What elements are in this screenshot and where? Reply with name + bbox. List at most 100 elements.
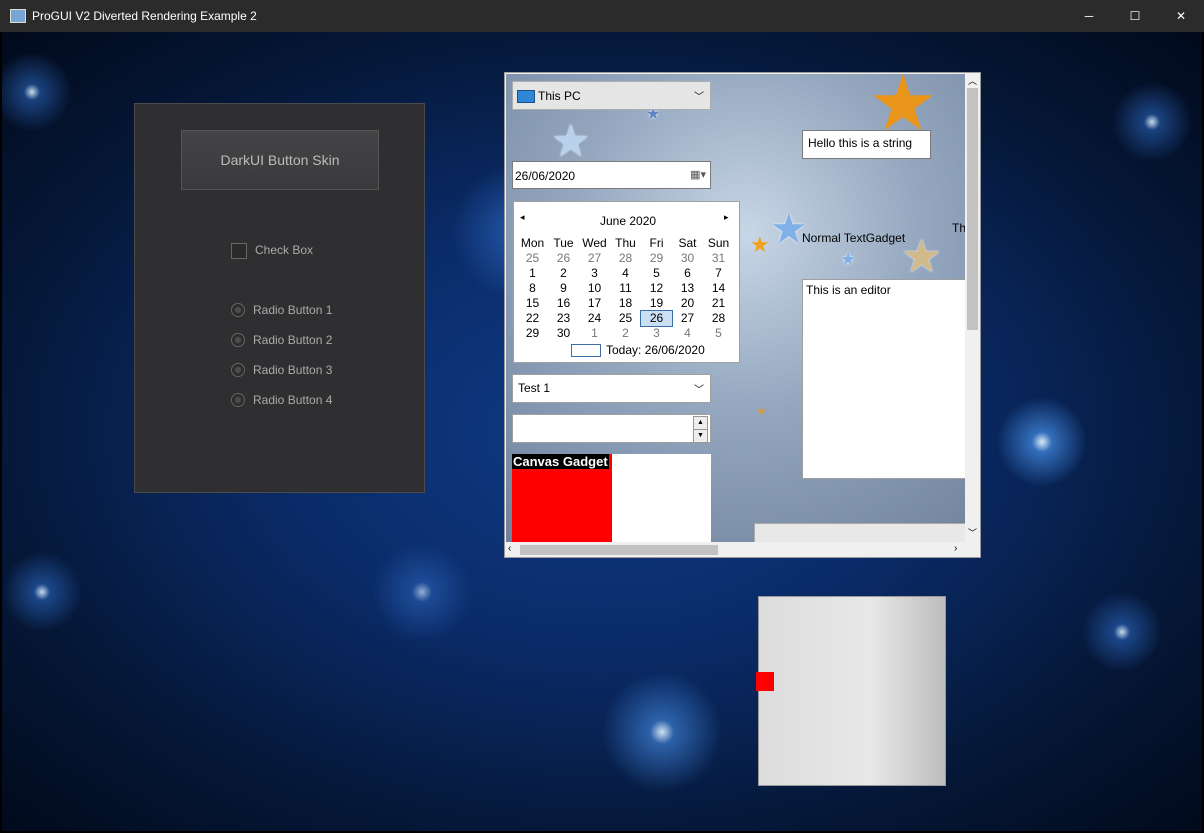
calendar-date[interactable]: 10 <box>579 281 610 296</box>
today-link[interactable]: Today: 26/06/2020 <box>606 343 705 357</box>
title-bar: ProGUI V2 Diverted Rendering Example 2 ─… <box>0 0 1204 32</box>
star-icon: ★ <box>756 404 767 418</box>
calendar-date[interactable]: 16 <box>548 296 579 311</box>
maximize-icon: ☐ <box>1129 9 1141 23</box>
spin-gadget[interactable]: ▲ ▼ <box>512 414 711 443</box>
calendar-day-header: Sun <box>707 236 730 250</box>
calendar-date-selected[interactable]: 26 <box>640 310 673 327</box>
window-title: ProGUI V2 Diverted Rendering Example 2 <box>32 9 257 23</box>
calendar-date[interactable]: 7 <box>703 266 734 281</box>
star-icon: ★ <box>901 230 943 282</box>
calendar-date[interactable]: 28 <box>703 311 734 326</box>
radio-button-4[interactable] <box>231 393 245 407</box>
calendar-date[interactable]: 27 <box>579 251 610 266</box>
today-marker <box>571 344 601 357</box>
calendar-date[interactable]: 4 <box>672 326 703 341</box>
calendar-date[interactable]: 21 <box>703 296 734 311</box>
calendar-date[interactable]: 28 <box>610 251 641 266</box>
dark-ui-button[interactable]: DarkUI Button Skin <box>181 130 379 190</box>
calendar-date[interactable]: 15 <box>517 296 548 311</box>
close-button[interactable]: ✕ <box>1158 0 1204 32</box>
check-box-label: Check Box <box>255 243 314 257</box>
radio-button-1[interactable] <box>231 303 245 317</box>
app-icon <box>10 9 26 23</box>
calendar-date[interactable]: 2 <box>548 266 579 281</box>
normal-text-gadget: Normal TextGadget <box>802 231 906 245</box>
editor[interactable]: This is an editor <box>802 279 965 479</box>
string-field[interactable]: Hello this is a string <box>802 130 931 159</box>
calendar-date[interactable]: 29 <box>517 326 548 341</box>
canvas-label: Canvas Gadget <box>512 454 609 469</box>
calendar-date[interactable]: 27 <box>672 311 703 326</box>
minimize-button[interactable]: ─ <box>1066 0 1112 32</box>
horizontal-scrollbar[interactable]: ‹ › <box>506 542 965 557</box>
location-combo[interactable]: This PC ﹀ <box>512 81 711 110</box>
prev-month-icon[interactable]: ◂ <box>520 212 525 223</box>
calendar-date[interactable]: 4 <box>610 266 641 281</box>
calendar-date[interactable]: 30 <box>672 251 703 266</box>
check-box[interactable] <box>231 243 247 259</box>
calendar-date[interactable]: 25 <box>517 251 548 266</box>
test-combo-value: Test 1 <box>518 381 551 395</box>
test-combo[interactable]: Test 1 ﹀ <box>512 374 711 403</box>
calendar-date[interactable]: 29 <box>641 251 672 266</box>
chevron-down-icon: ﹀ <box>694 92 704 103</box>
location-combo-value: This PC <box>538 89 581 103</box>
scroll-right-icon[interactable]: › <box>954 543 957 554</box>
calendar-date[interactable]: 1 <box>517 266 548 281</box>
spin-up-button[interactable]: ▲ <box>693 416 708 430</box>
calendar-date[interactable]: 9 <box>548 281 579 296</box>
calendar-icon[interactable]: ▦▾ <box>690 168 706 181</box>
calendar-date[interactable]: 13 <box>672 281 703 296</box>
calendar-date[interactable]: 19 <box>641 296 672 311</box>
vertical-scrollbar[interactable]: ︿ ﹀ <box>965 74 980 542</box>
calendar-date[interactable]: 3 <box>641 326 672 341</box>
calendar-date[interactable]: 11 <box>610 281 641 296</box>
scroll-up-icon[interactable]: ︿ <box>968 74 977 87</box>
calendar-day-header: Fri <box>649 236 664 250</box>
calendar-day-header: Thu <box>615 236 636 250</box>
animated-canvas[interactable] <box>756 596 946 786</box>
calendar-date[interactable]: 18 <box>610 296 641 311</box>
calendar-date[interactable]: 3 <box>579 266 610 281</box>
radio-button-2[interactable] <box>231 333 245 347</box>
calendar-date[interactable]: 24 <box>579 311 610 326</box>
close-icon: ✕ <box>1175 9 1187 23</box>
dark-ui-panel: DarkUI Button Skin Check Box Radio Butto… <box>134 103 425 493</box>
calendar-grid: Mon Tue Wed Thu Fri Sat Sun 25 26 27 28 … <box>517 236 734 341</box>
scroll-down-icon[interactable]: ﹀ <box>968 526 977 539</box>
computer-icon <box>517 90 535 103</box>
calendar-date[interactable]: 2 <box>610 326 641 341</box>
radio-button-3[interactable] <box>231 363 245 377</box>
calendar-date[interactable]: 22 <box>517 311 548 326</box>
maximize-button[interactable]: ☐ <box>1112 0 1158 32</box>
clipped-text-gadget: Th <box>952 221 965 235</box>
calendar-date[interactable]: 5 <box>641 266 672 281</box>
calendar-date[interactable]: 31 <box>703 251 734 266</box>
editor-text: This is an editor <box>806 283 891 297</box>
canvas-gadget[interactable]: Canvas Gadget <box>512 454 711 542</box>
radio-label-3: Radio Button 3 <box>253 363 333 377</box>
calendar-date[interactable]: 6 <box>672 266 703 281</box>
next-month-icon[interactable]: ▸ <box>724 212 729 223</box>
calendar-date[interactable]: 25 <box>610 311 641 326</box>
date-field[interactable]: 26/06/2020 ▦▾ <box>512 161 711 189</box>
date-field-value: 26/06/2020 <box>515 169 576 183</box>
calendar-date[interactable]: 8 <box>517 281 548 296</box>
calendar-date[interactable]: 5 <box>703 326 734 341</box>
calendar-date[interactable]: 30 <box>548 326 579 341</box>
calendar-date[interactable]: 20 <box>672 296 703 311</box>
calendar-date[interactable]: 26 <box>548 251 579 266</box>
moving-red-square <box>756 672 774 691</box>
spin-down-button[interactable]: ▼ <box>693 429 708 443</box>
horizontal-scroll-thumb[interactable] <box>520 545 718 555</box>
calendar-date[interactable]: 14 <box>703 281 734 296</box>
chevron-down-icon: ﹀ <box>694 385 704 396</box>
calendar-date[interactable]: 12 <box>641 281 672 296</box>
calendar-date[interactable]: 23 <box>548 311 579 326</box>
vertical-scroll-thumb[interactable] <box>967 88 978 330</box>
scroll-left-icon[interactable]: ‹ <box>508 543 511 554</box>
calendar-date[interactable]: 17 <box>579 296 610 311</box>
calendar-date[interactable]: 1 <box>579 326 610 341</box>
minimize-icon: ─ <box>1084 9 1094 23</box>
